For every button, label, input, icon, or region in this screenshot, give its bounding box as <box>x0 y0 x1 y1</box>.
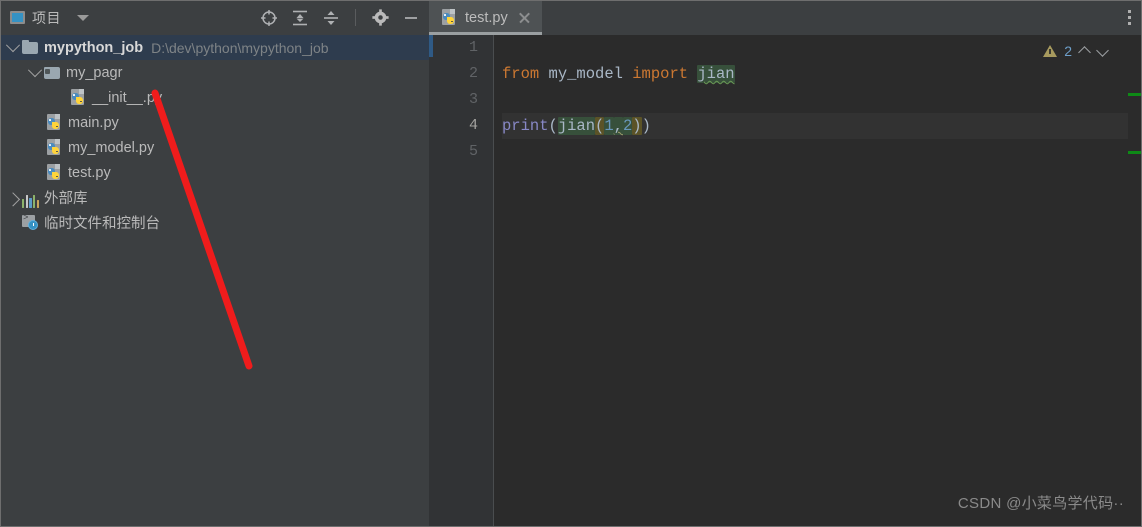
tree-node-label: mypython_job <box>44 39 144 56</box>
python-file-icon <box>46 139 63 156</box>
tree-node-label: my_model.py <box>68 139 155 156</box>
expander-chevron-down-icon[interactable] <box>4 37 22 53</box>
external-libraries-icon <box>22 188 40 208</box>
line-number: 3 <box>468 91 478 108</box>
line-number: 2 <box>468 65 478 82</box>
inspection-widget[interactable]: 2 <box>1043 43 1108 59</box>
settings-gear-icon[interactable] <box>370 8 390 28</box>
tree-row[interactable]: 临时文件和控制台 <box>0 210 429 235</box>
line-number: 4 <box>468 117 478 134</box>
argument-comma: , <box>613 117 623 135</box>
code-line-4: print(jian(1,2)) <box>502 113 1142 139</box>
chevron-up-icon[interactable] <box>1079 46 1090 57</box>
hide-panel-icon[interactable] <box>401 8 421 28</box>
tree-row[interactable]: __init__.py <box>0 85 429 110</box>
argument-2: 2 <box>622 117 633 135</box>
tree-node-label: __init__.py <box>92 89 163 106</box>
editor-tabbar: test.py <box>429 0 1142 35</box>
project-panel-toolbar: 项目 <box>0 0 429 35</box>
tree-node-label: 外部库 <box>44 191 88 207</box>
tree-row[interactable]: test.py <box>0 160 429 185</box>
scratches-and-consoles-icon <box>22 213 39 231</box>
paren-open-inner: ( <box>595 117 605 135</box>
keyword-from: from <box>502 65 540 83</box>
pycharm-window: 项目 mypython_job D:\dev\python\mypython_j… <box>0 0 1142 527</box>
tree-node-label: test.py <box>68 164 111 181</box>
project-panel-tool-buttons <box>259 8 421 28</box>
paren-close-outer: ) <box>641 117 651 135</box>
tree-row[interactable]: 外部库 <box>0 185 429 210</box>
inspection-marker-bar[interactable] <box>1128 35 1142 527</box>
argument-1: 1 <box>604 117 614 135</box>
warning-count: 2 <box>1064 43 1072 59</box>
toolbar-divider <box>355 9 356 26</box>
tree-node-label: main.py <box>68 114 119 131</box>
call-jian: jian <box>557 117 596 135</box>
paren-open-outer: ( <box>548 117 558 135</box>
project-panel-title-group[interactable]: 项目 <box>10 8 61 28</box>
source-folder-icon <box>44 64 61 81</box>
expander-chevron-right-icon[interactable] <box>4 191 22 206</box>
python-file-icon <box>441 9 458 26</box>
paren-close-inner: ) <box>632 117 642 135</box>
marker-green-top[interactable] <box>1128 93 1142 96</box>
project-tree[interactable]: mypython_job D:\dev\python\mypython_job … <box>0 35 429 527</box>
tab-test-py[interactable]: test.py <box>429 0 542 35</box>
code-line-2: from my_model import jian <box>502 61 1142 87</box>
close-icon[interactable] <box>518 11 531 24</box>
project-panel: 项目 mypython_job D:\dev\python\mypython_j… <box>0 0 429 527</box>
imported-symbol-jian: jian <box>697 65 735 83</box>
more-options-icon[interactable] <box>1116 0 1142 35</box>
tree-node-label: 临时文件和控制台 <box>44 216 160 232</box>
marker-green-bottom[interactable] <box>1128 151 1142 154</box>
builtin-print: print <box>502 117 549 135</box>
python-file-icon <box>46 164 63 181</box>
module-name: my_model <box>539 65 633 83</box>
project-panel-title: 项目 <box>32 9 61 26</box>
expander-chevron-down-icon[interactable] <box>26 62 44 78</box>
editor-area: test.py 1 2 3 4 5 from my_model import j… <box>429 0 1142 527</box>
folder-icon <box>22 39 39 56</box>
tree-row[interactable]: my_model.py <box>0 135 429 160</box>
python-file-icon <box>70 89 87 106</box>
tree-row[interactable]: my_pagr <box>0 60 429 85</box>
select-opened-file-icon[interactable] <box>259 8 279 28</box>
keyword-import: import <box>632 65 689 83</box>
warning-triangle-icon <box>1043 45 1058 57</box>
line-number-gutter[interactable]: 1 2 3 4 5 <box>429 35 494 527</box>
chevron-down-icon[interactable] <box>77 14 89 21</box>
tree-node-label: my_pagr <box>66 64 123 81</box>
csdn-watermark: CSDN @小菜鸟学代码·· <box>957 495 1124 512</box>
tree-row[interactable]: main.py <box>0 110 429 135</box>
gutter-marker <box>429 35 433 57</box>
tree-row[interactable]: mypython_job D:\dev\python\mypython_job <box>0 35 429 60</box>
line-number: 1 <box>468 39 478 56</box>
collapse-all-icon[interactable] <box>321 8 341 28</box>
line-number: 5 <box>468 143 478 160</box>
code-text[interactable]: from my_model import jian print(jian(1,2… <box>494 35 1142 527</box>
expand-all-icon[interactable] <box>290 8 310 28</box>
code-editor[interactable]: 1 2 3 4 5 from my_model import jian prin… <box>429 35 1142 527</box>
project-panel-icon <box>10 11 25 24</box>
chevron-down-icon[interactable] <box>1097 46 1108 57</box>
tab-label: test.py <box>465 9 508 26</box>
tree-node-path: D:\dev\python\mypython_job <box>151 39 329 56</box>
tabbar-spacer <box>542 0 1116 35</box>
python-file-icon <box>46 114 63 131</box>
